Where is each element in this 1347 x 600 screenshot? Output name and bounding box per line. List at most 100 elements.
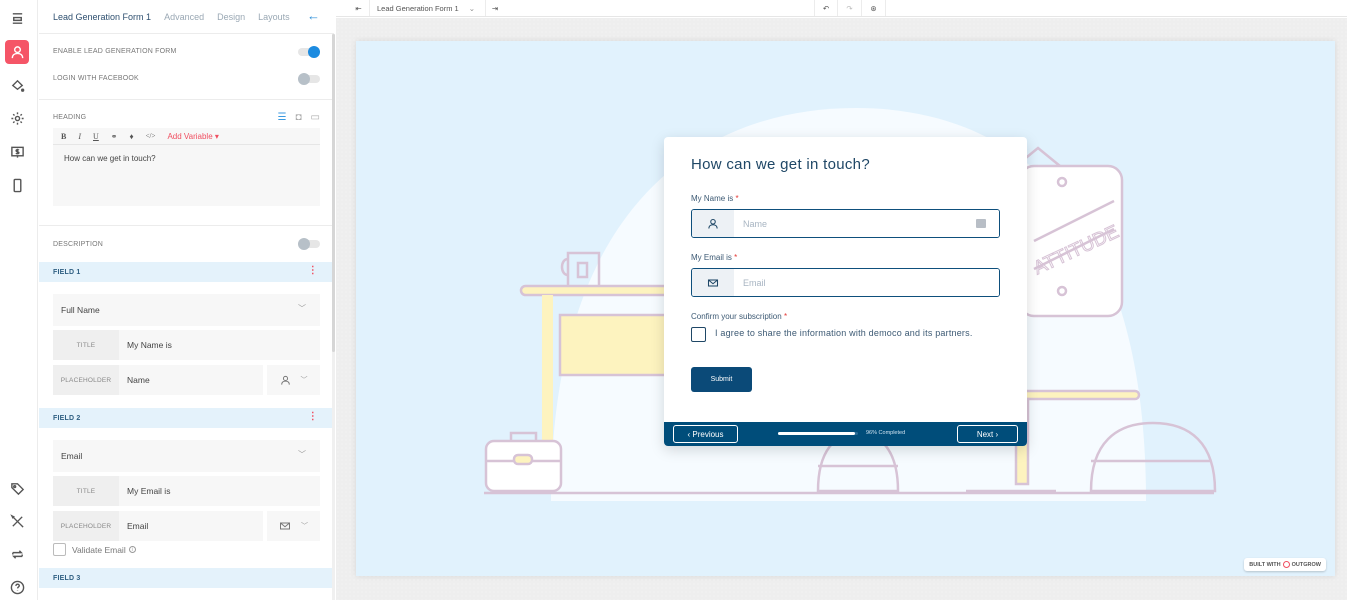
- top-toolbar: ⇤ Lead Generation Form 1 ⌄ ⇥ ↶ ↷ ⊛: [336, 0, 1347, 17]
- menu-icon[interactable]: [5, 6, 29, 30]
- title-label: TITLE: [53, 330, 119, 360]
- consent-label-text: Confirm your subscription: [691, 312, 782, 321]
- mobile-icon[interactable]: [5, 173, 29, 197]
- preview-canvas: ATTITUDE How can we get in touch? My Nam…: [336, 18, 1347, 600]
- panel-tabs: Lead Generation Form 1 Advanced Design L…: [39, 0, 334, 34]
- field-1-header[interactable]: FIELD 1 ⋮: [39, 262, 334, 282]
- kebab-menu-icon[interactable]: ⋮: [308, 412, 318, 422]
- description-toggle[interactable]: [298, 238, 320, 250]
- user-icon: [692, 210, 734, 237]
- field-3-title: FIELD 3: [53, 574, 81, 582]
- enable-lead-form-toggle[interactable]: [298, 45, 320, 58]
- placeholder-label: PLACEHOLDER: [53, 365, 119, 395]
- paint-bucket-icon[interactable]: [5, 73, 29, 97]
- color-button[interactable]: ♦: [130, 132, 134, 141]
- preview-stage: ATTITUDE How can we get in touch? My Nam…: [356, 41, 1335, 576]
- last-page-icon[interactable]: ⇥: [486, 0, 504, 16]
- field-2-header[interactable]: FIELD 2 ⋮: [39, 408, 334, 428]
- italic-button[interactable]: I: [78, 132, 81, 141]
- submit-button[interactable]: Submit: [691, 367, 752, 392]
- scrollbar-thumb[interactable]: [332, 34, 335, 352]
- required-mark: *: [783, 312, 788, 321]
- first-page-icon[interactable]: ⇤: [348, 0, 370, 16]
- autofill-icon[interactable]: [976, 219, 986, 228]
- validate-email-checkbox[interactable]: [53, 543, 66, 556]
- tab-layouts[interactable]: Layouts: [258, 12, 290, 22]
- heading-section: HEADING ☰ ◘ ▭ B I U ⚭ ♦ </> Add Variable…: [39, 100, 334, 225]
- name-input[interactable]: [734, 210, 999, 237]
- field-type-select[interactable]: Email ﹀: [53, 440, 320, 472]
- placeholder-label: PLACEHOLDER: [53, 511, 119, 541]
- tab-lead-generation-form[interactable]: Lead Generation Form 1: [53, 12, 151, 22]
- description-label: DESCRIPTION: [53, 240, 104, 248]
- enable-lead-form-row: ENABLE LEAD GENERATION FORM: [39, 38, 334, 65]
- accessibility-icon[interactable]: ⊛: [862, 0, 886, 16]
- field-2-title: FIELD 2: [53, 414, 81, 422]
- bold-button[interactable]: B: [61, 132, 66, 141]
- placeholder-row: PLACEHOLDER Name ﹀: [53, 365, 320, 395]
- help-icon[interactable]: [5, 575, 29, 599]
- description-row: DESCRIPTION: [39, 226, 334, 262]
- undo-icon[interactable]: ↶: [814, 0, 838, 16]
- next-button[interactable]: Next ›: [957, 425, 1018, 443]
- info-icon[interactable]: i: [128, 546, 136, 553]
- link-button[interactable]: ⚭: [111, 132, 118, 141]
- title-input[interactable]: My Email is: [119, 476, 320, 506]
- form-footer: ‹ Previous 96% Completed Next ›: [664, 422, 1027, 446]
- chevron-down-icon: ﹀: [301, 523, 308, 530]
- tab-advanced[interactable]: Advanced: [164, 12, 204, 22]
- badge-right-text: OUTGROW: [1291, 561, 1321, 568]
- panel-scrollbar[interactable]: [332, 34, 335, 600]
- built-with-outgrow-badge[interactable]: BUILT WITH OUTGROW: [1244, 558, 1326, 571]
- progress-bar: [778, 432, 858, 435]
- consent-checkbox[interactable]: [691, 327, 706, 342]
- placeholder-input[interactable]: Email: [119, 511, 263, 541]
- consent-label: Confirm your subscription *: [691, 312, 787, 321]
- pricing-icon[interactable]: [5, 140, 29, 164]
- field-1-title: FIELD 1: [53, 268, 81, 276]
- tools-icon[interactable]: [5, 509, 29, 533]
- tag-icon[interactable]: [5, 476, 29, 500]
- gear-icon[interactable]: [5, 106, 29, 130]
- underline-button[interactable]: U: [93, 132, 99, 141]
- text-mode-icon[interactable]: ☰: [278, 113, 287, 123]
- name-label: My Name is *: [691, 194, 739, 203]
- kebab-menu-icon[interactable]: ⋮: [308, 266, 318, 276]
- add-variable-dropdown[interactable]: Add Variable ▾: [167, 132, 218, 141]
- field-2-body: Email ﹀ TITLE My Email is PLACEHOLDER Em…: [39, 428, 334, 564]
- field-3-header[interactable]: FIELD 3: [39, 568, 334, 588]
- validate-email-row: Validate Email i: [53, 543, 320, 556]
- login-facebook-row: LOGIN WITH FACEBOOK: [39, 65, 334, 92]
- login-facebook-toggle[interactable]: [298, 72, 320, 85]
- previous-button[interactable]: ‹ Previous: [673, 425, 738, 443]
- field-type-select[interactable]: Full Name ﹀: [53, 294, 320, 326]
- consent-row: I agree to share the information with de…: [691, 327, 985, 342]
- heading-editor: B I U ⚭ ♦ </> Add Variable ▾ How can we …: [53, 128, 320, 206]
- camera-icon[interactable]: ◘: [296, 113, 302, 123]
- settings-panel: Lead Generation Form 1 Advanced Design L…: [39, 0, 334, 600]
- login-facebook-label: LOGIN WITH FACEBOOK: [53, 75, 139, 82]
- progress-fill: [778, 432, 855, 435]
- chevron-down-icon: ﹀: [300, 377, 308, 384]
- required-mark: *: [735, 194, 739, 203]
- icon-picker[interactable]: ﹀: [267, 365, 320, 395]
- email-label-text: My Email is: [691, 253, 732, 262]
- email-input[interactable]: [734, 269, 999, 296]
- code-button[interactable]: </>: [146, 132, 156, 140]
- user-icon[interactable]: [5, 40, 29, 64]
- sync-icon[interactable]: [5, 542, 29, 566]
- back-arrow-icon[interactable]: ←: [307, 8, 320, 23]
- title-input[interactable]: My Name is: [119, 330, 320, 360]
- name-input-group: [691, 209, 1000, 238]
- enable-lead-form-label: ENABLE LEAD GENERATION FORM: [53, 48, 177, 55]
- heading-text[interactable]: How can we get in touch?: [53, 145, 320, 172]
- chevron-down-icon: ﹀: [298, 304, 306, 313]
- video-icon[interactable]: ▭: [311, 113, 320, 123]
- form-select[interactable]: Lead Generation Form 1 ⌄: [370, 0, 486, 16]
- redo-icon[interactable]: ↷: [838, 0, 862, 16]
- placeholder-input[interactable]: Name: [119, 365, 263, 395]
- tab-design[interactable]: Design: [217, 12, 245, 22]
- lead-form-card: How can we get in touch? My Name is * My…: [664, 137, 1027, 446]
- chevron-down-icon: ⌄: [468, 3, 476, 13]
- icon-picker[interactable]: ﹀: [267, 511, 320, 541]
